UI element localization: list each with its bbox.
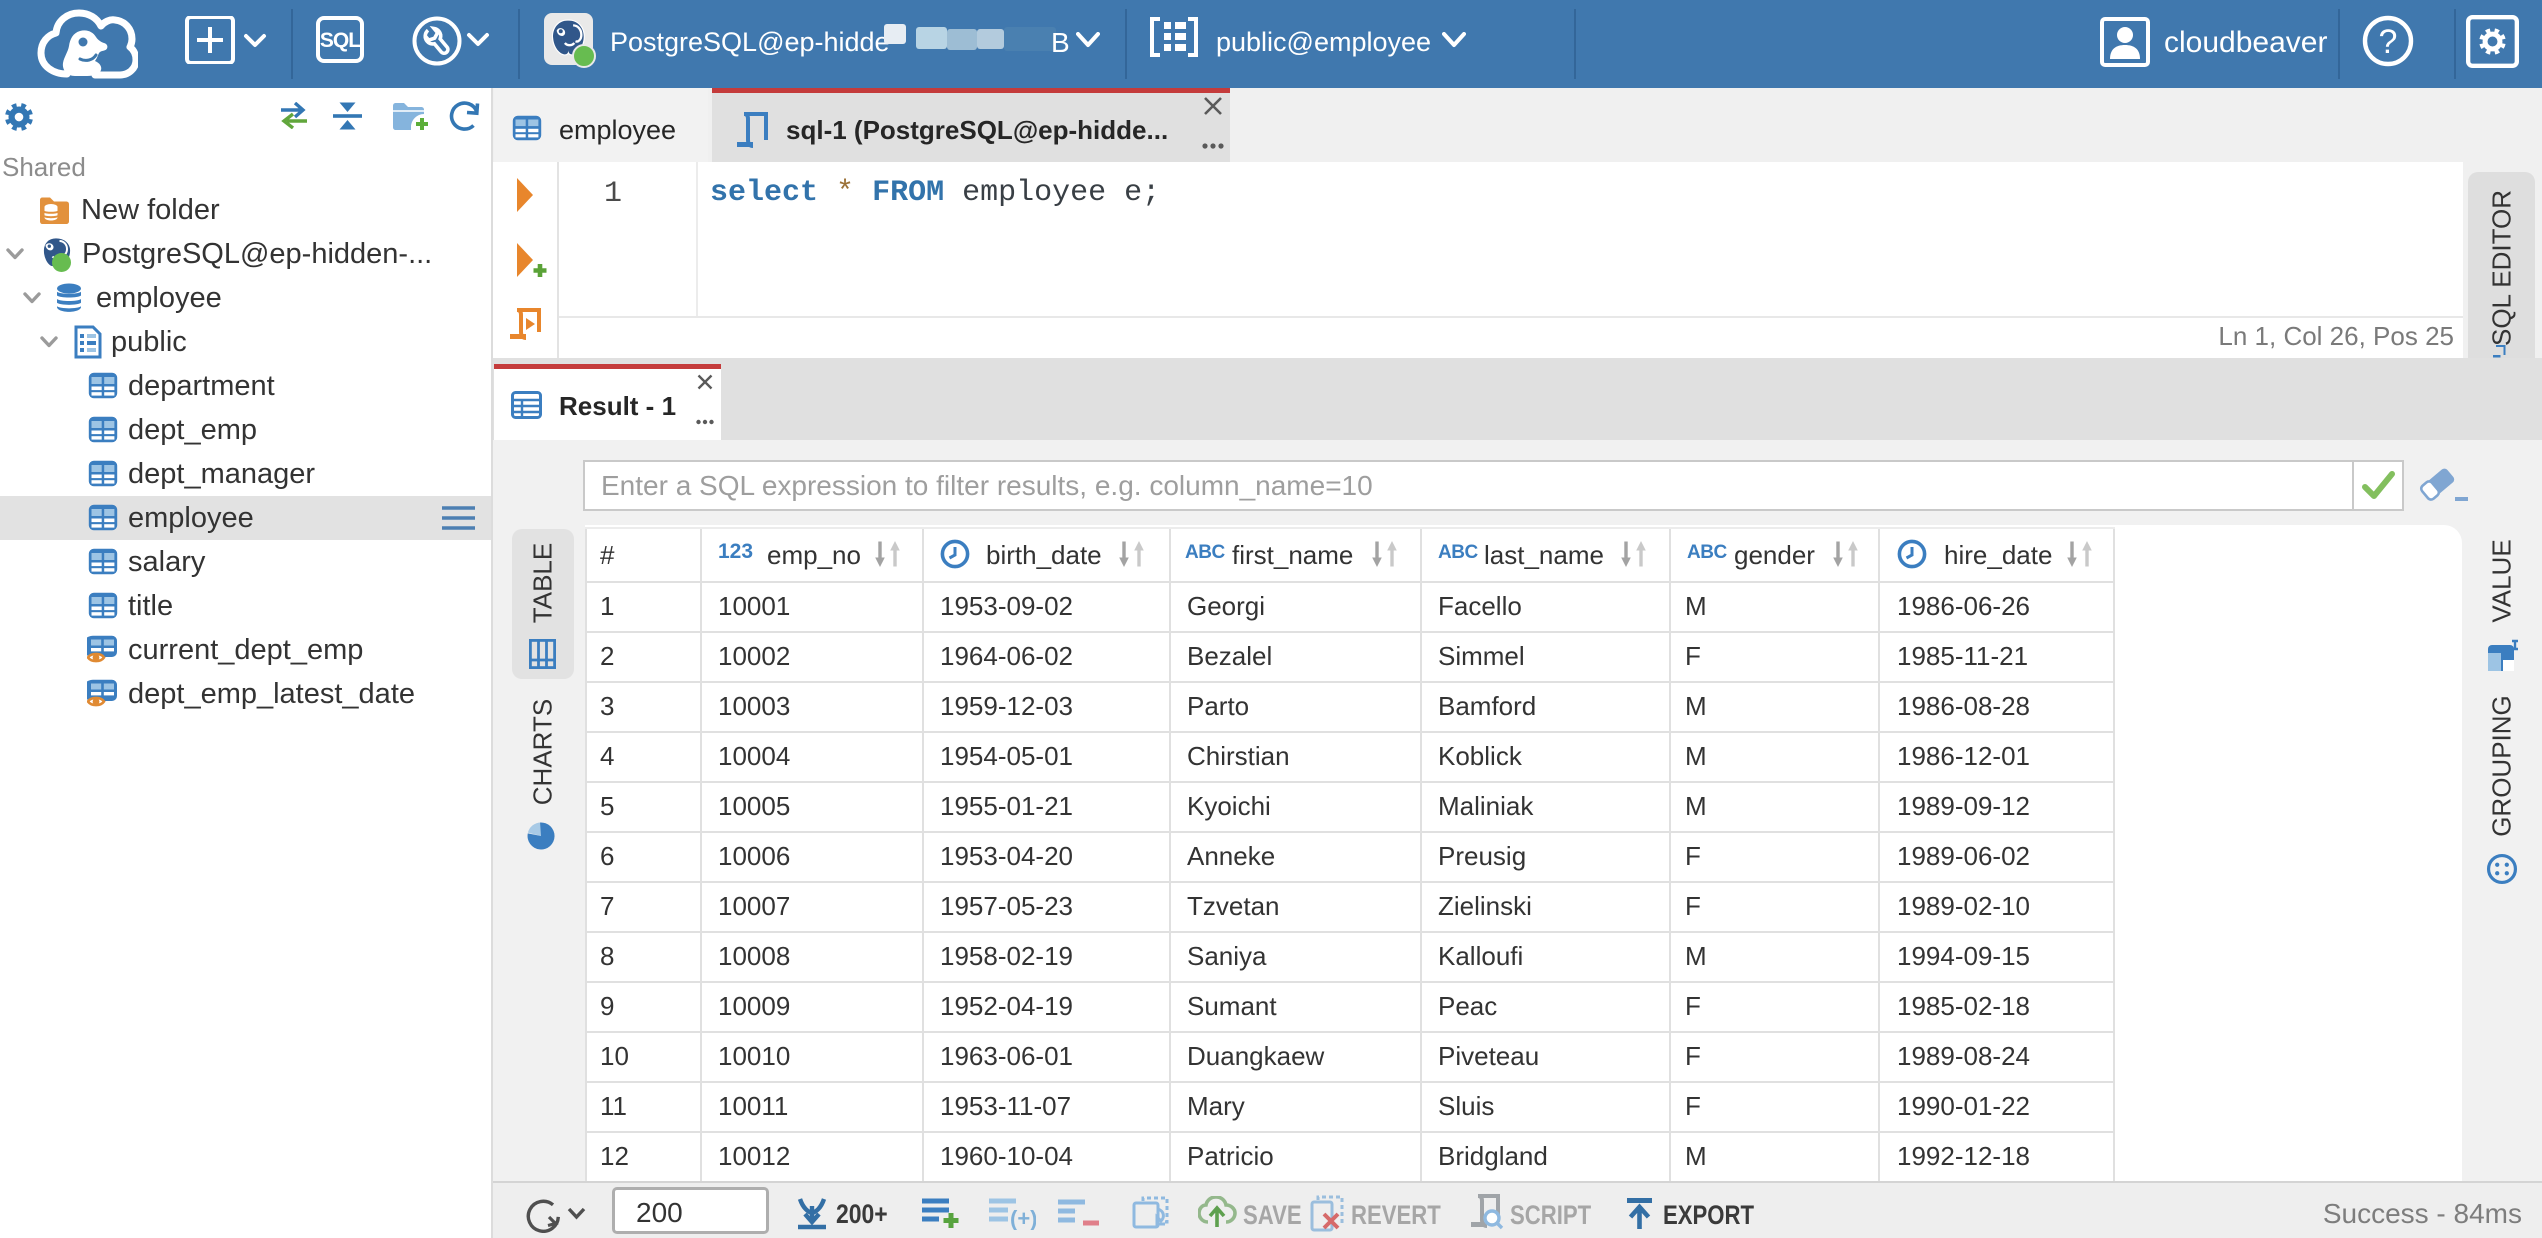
svg-text:SQL: SQL: [320, 29, 361, 52]
svg-text:(+): (+): [1010, 1206, 1036, 1230]
svg-text:?: ?: [2379, 23, 2398, 61]
